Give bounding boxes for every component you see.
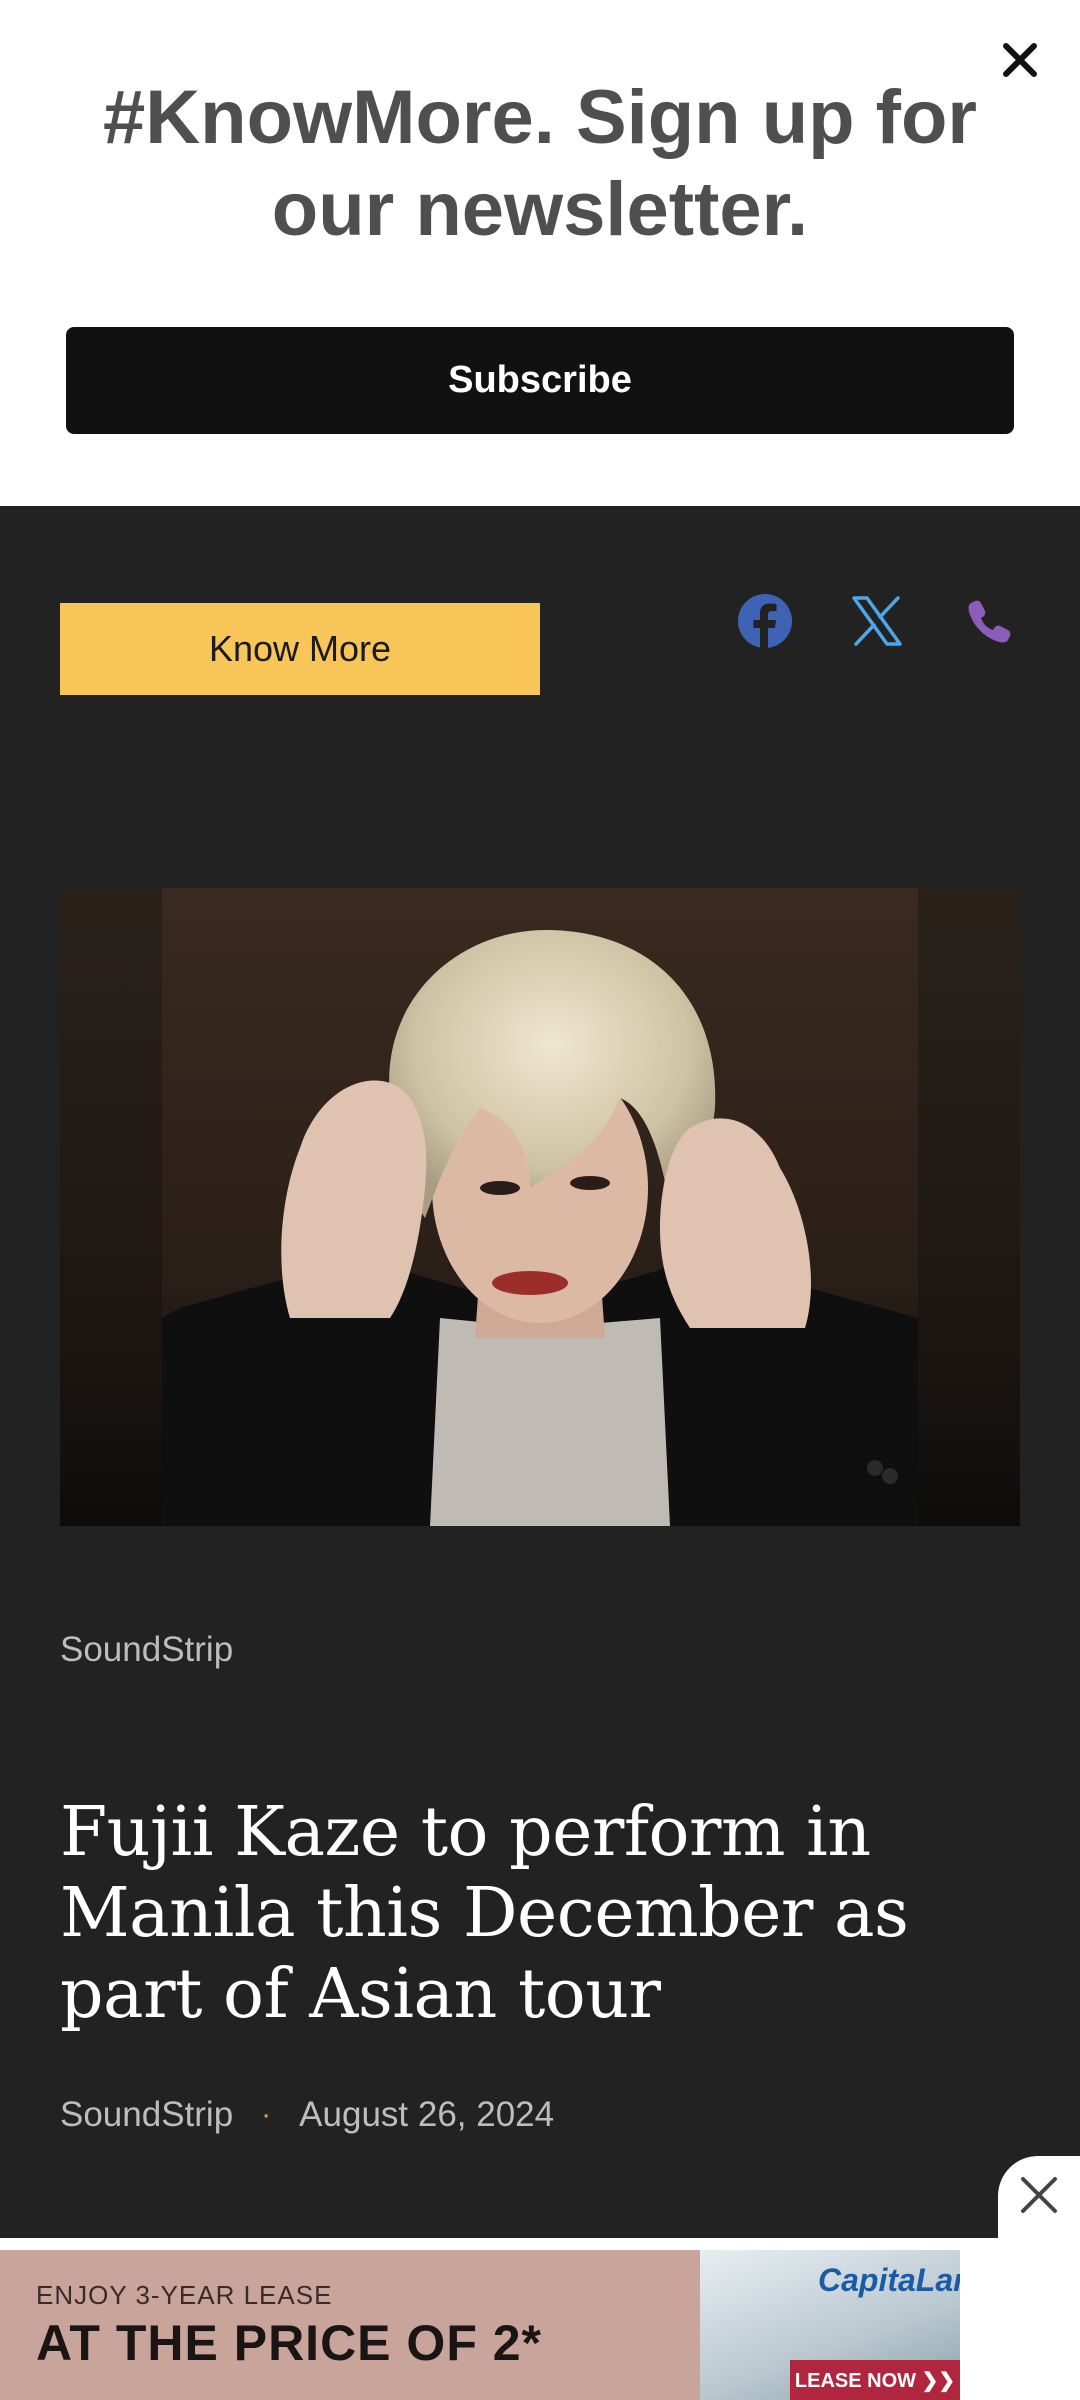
phone-share-button[interactable] [954, 588, 1024, 658]
subscribe-button[interactable]: Subscribe [66, 327, 1014, 434]
article-byline: SoundStrip · August 26, 2024 [60, 2095, 554, 2135]
facebook-icon [737, 593, 793, 654]
article-hero-image [60, 888, 1020, 1526]
ad-line2: AT THE PRICE OF 2* [36, 2315, 543, 2371]
byline-date: August 26, 2024 [299, 2095, 555, 2134]
close-ad-button[interactable] [998, 2156, 1080, 2238]
newsletter-popup: #KnowMore. Sign up for our newsletter. S… [0, 0, 1080, 506]
facebook-share-button[interactable] [730, 588, 800, 658]
ad-brand-logo: CapitaLand [818, 2262, 960, 2298]
close-icon [1017, 2173, 1061, 2222]
byline-author[interactable]: SoundStrip [60, 2095, 233, 2135]
newsletter-title: #KnowMore. Sign up for our newsletter. [103, 75, 977, 252]
ad-cta-button[interactable]: LEASE NOW ❯❯ [790, 2360, 960, 2400]
ad-banner[interactable]: ENJOY 3-YEAR LEASE AT THE PRICE OF 2* Ca… [0, 2250, 960, 2400]
ad-line1: ENJOY 3-YEAR LEASE [36, 2280, 333, 2310]
article-category-link[interactable]: SoundStrip [60, 1630, 233, 1670]
x-icon [850, 594, 904, 653]
know-more-button[interactable]: Know More [60, 603, 540, 695]
byline-separator: · [261, 2098, 272, 2131]
x-share-button[interactable] [842, 588, 912, 658]
article-headline: Fujii Kaze to perform in Manila this Dec… [60, 1793, 909, 2034]
phone-icon [965, 597, 1013, 650]
